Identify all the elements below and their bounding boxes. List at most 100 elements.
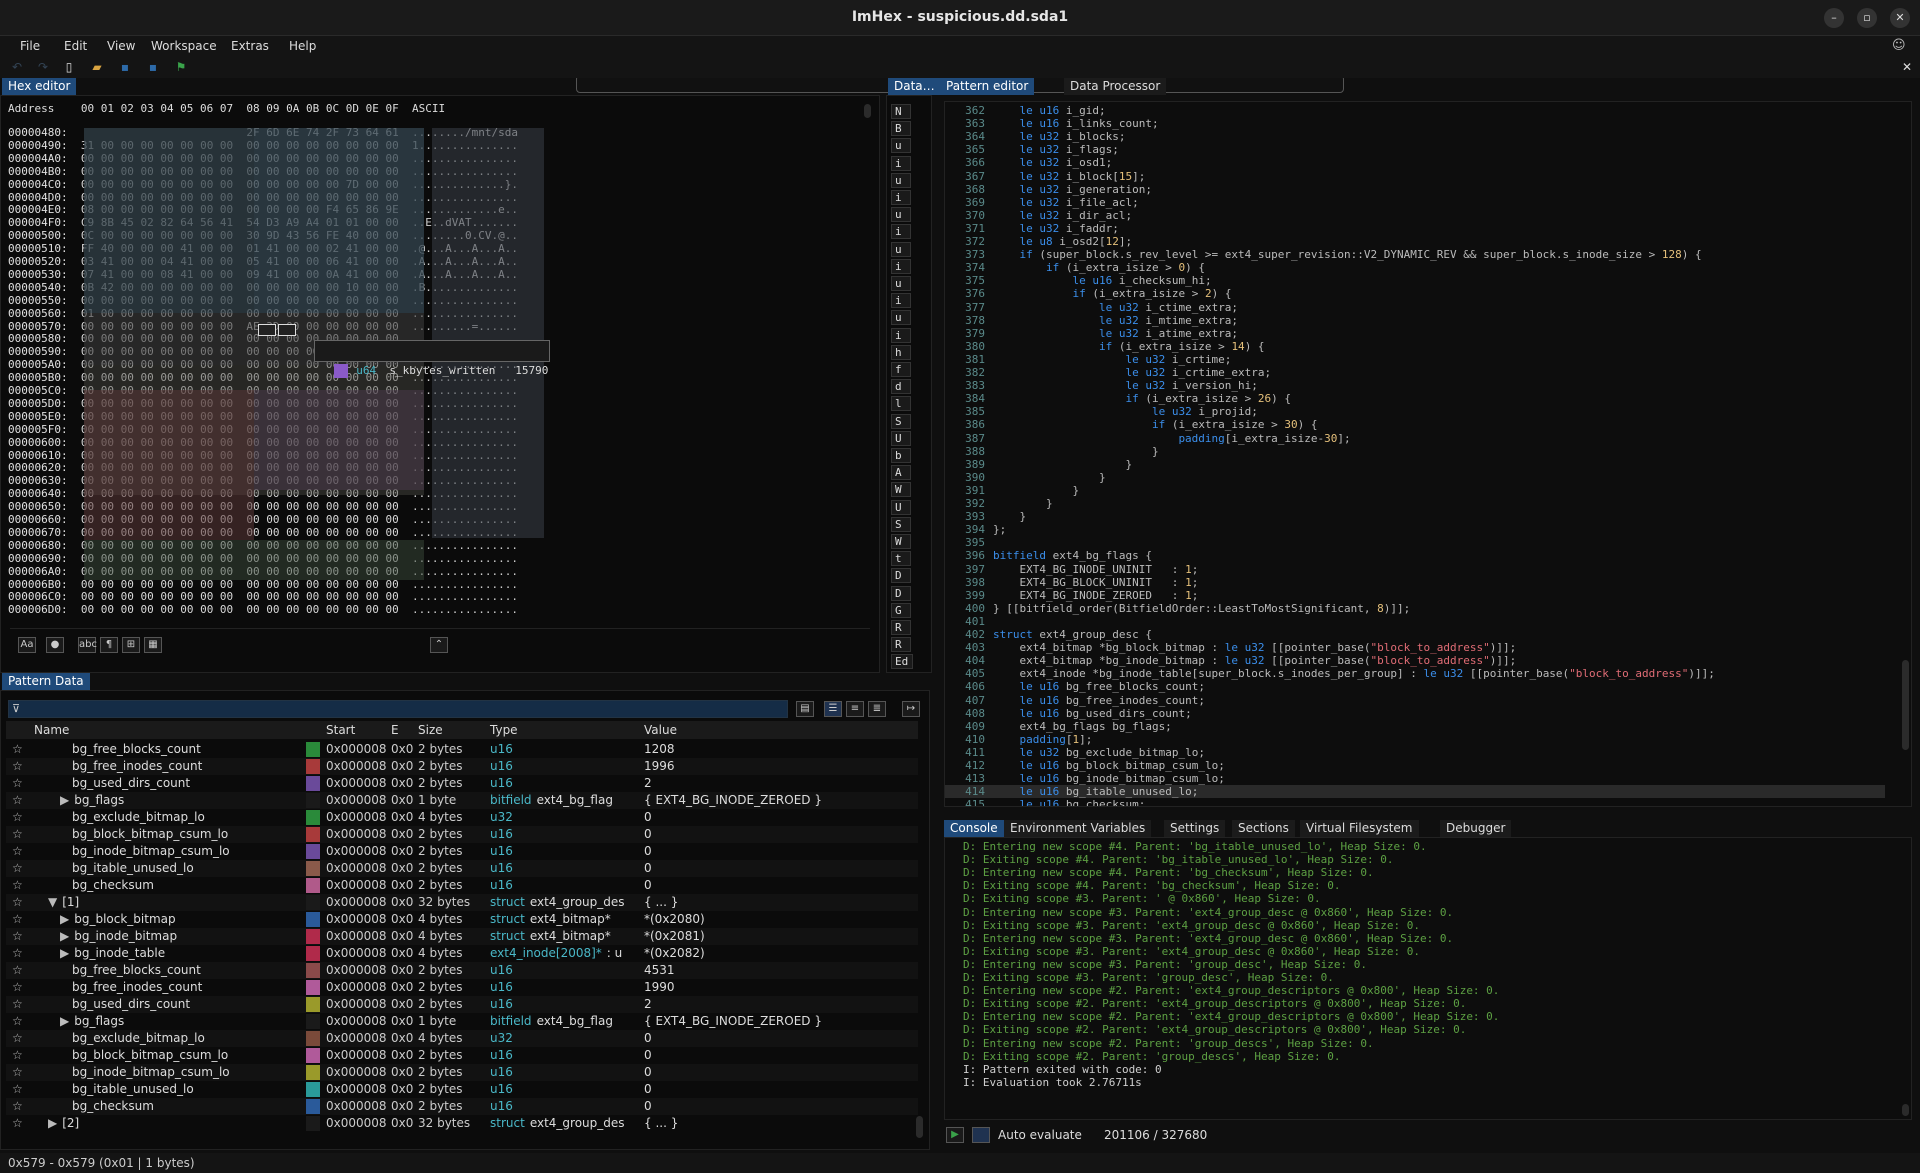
- inspector-row[interactable]: u: [891, 310, 911, 326]
- code-line[interactable]: 378 le u32 i_mtime_extra;: [945, 314, 1885, 327]
- code-line[interactable]: 392 }: [945, 497, 1885, 510]
- code-line[interactable]: 396 bitfield ext4_bg_flags {: [945, 549, 1885, 562]
- abc-icon[interactable]: abc: [78, 637, 97, 653]
- code-line[interactable]: 404 ext4_bitmap *bg_inode_bitmap : le u3…: [945, 654, 1885, 667]
- code-line[interactable]: 389 }: [945, 458, 1885, 471]
- menu-file[interactable]: File: [20, 39, 40, 53]
- favorite-star-icon[interactable]: ☆: [12, 945, 23, 962]
- paragraph-icon[interactable]: ¶: [100, 637, 118, 653]
- code-line[interactable]: 403 ext4_bitmap *bg_block_bitmap : le u3…: [945, 641, 1885, 654]
- pattern-scrollbar[interactable]: [916, 1116, 923, 1138]
- table-row[interactable]: ☆ ▶ [2] 0x000008 0x0 32 bytes { ... } struct ext…: [6, 1115, 918, 1132]
- tab-pattern-editor[interactable]: Pattern editor: [940, 78, 1035, 95]
- table-row[interactable]: ☆ bg_block_bitmap_csum_lo 0x000008 0x0 2 byt…: [6, 1047, 918, 1064]
- col-type[interactable]: Type: [490, 721, 518, 739]
- tab-hex-editor[interactable]: Hex editor: [2, 78, 77, 95]
- save-as-icon[interactable]: ▪: [146, 60, 160, 74]
- inspector-row[interactable]: u: [891, 241, 911, 257]
- inspector-row[interactable]: N: [891, 104, 911, 119]
- code-line[interactable]: 394};: [945, 523, 1885, 536]
- code-line[interactable]: 375 le u16 i_checksum_hi;: [945, 274, 1885, 287]
- code-line[interactable]: 387 padding[i_extra_isize-30];: [945, 432, 1885, 445]
- hex-ascii[interactable]: ................: [412, 578, 518, 591]
- favorite-star-icon[interactable]: ☆: [12, 996, 23, 1013]
- code-line[interactable]: 393 }: [945, 510, 1885, 523]
- expand-width-icon[interactable]: ↦: [902, 701, 920, 717]
- columns-icon[interactable]: ⊞: [122, 637, 140, 653]
- table-row[interactable]: ☆ bg_free_blocks_count 0x000008 0x0 2 bytes 4…: [6, 962, 918, 979]
- code-line[interactable]: 374 if (i_extra_isize > 0) {: [945, 261, 1885, 274]
- table-row[interactable]: ☆ bg_block_bitmap_csum_lo 0x000008 0x0 2 byt…: [6, 826, 918, 843]
- inspector-row[interactable]: i: [891, 224, 911, 240]
- favorite-star-icon[interactable]: ☆: [12, 979, 23, 996]
- inspector-row[interactable]: W: [891, 482, 911, 498]
- code-line[interactable]: 407 le u16 bg_free_inodes_count;: [945, 694, 1885, 707]
- inspector-row[interactable]: G: [891, 602, 911, 618]
- code-line[interactable]: 395: [945, 536, 1885, 549]
- expander-icon[interactable]: ▶: [60, 929, 69, 943]
- code-line[interactable]: 371 le u32 i_faddr;: [945, 222, 1885, 235]
- hex-ascii[interactable]: ................: [412, 590, 518, 603]
- console-scrollbar[interactable]: [1902, 1104, 1909, 1116]
- inspector-row[interactable]: u: [891, 276, 911, 291]
- favorite-star-icon[interactable]: ☆: [12, 843, 23, 860]
- code-line[interactable]: 411 le u32 bg_exclude_bitmap_lo;: [945, 746, 1885, 759]
- bookmark-icon[interactable]: ⚑: [174, 60, 188, 74]
- code-line[interactable]: 390 }: [945, 471, 1885, 484]
- table-row[interactable]: ☆ bg_used_dirs_count 0x000008 0x0 2 bytes 2 u1…: [6, 775, 918, 792]
- tab-virtual-filesystem[interactable]: Virtual Filesystem: [1300, 820, 1419, 837]
- table-row[interactable]: ☆ ▶ bg_flags 0x000008 0x0 1 byte { EXT4_BG_INO…: [6, 1013, 918, 1030]
- code-line[interactable]: 385 le u32 i_projid;: [945, 405, 1885, 418]
- inspector-row[interactable]: B: [891, 121, 911, 137]
- collapse-icon[interactable]: ⌃: [430, 637, 448, 653]
- col-name[interactable]: Name: [34, 721, 70, 739]
- inspector-row[interactable]: W: [891, 534, 911, 549]
- close-tab-icon[interactable]: ✕: [1900, 60, 1914, 74]
- inspector-row[interactable]: i: [891, 258, 911, 274]
- table-row[interactable]: ☆ bg_used_dirs_count 0x000008 0x0 2 bytes 2 u1…: [6, 996, 918, 1013]
- favorite-star-icon[interactable]: ☆: [12, 1013, 23, 1030]
- grid-icon[interactable]: ▦: [144, 637, 162, 653]
- table-row[interactable]: ☆ bg_exclude_bitmap_lo 0x000008 0x0 4 bytes 0…: [6, 809, 918, 826]
- favorite-star-icon[interactable]: ☆: [12, 1115, 23, 1132]
- maximize-button[interactable]: ▫: [1857, 8, 1877, 28]
- favorite-star-icon[interactable]: ☆: [12, 962, 23, 979]
- code-line[interactable]: 368 le u32 i_generation;: [945, 183, 1885, 196]
- table-row[interactable]: ☆ bg_free_inodes_count 0x000008 0x0 2 bytes 1…: [6, 758, 918, 775]
- inspector-row[interactable]: S: [891, 516, 911, 532]
- close-button[interactable]: ✕: [1890, 8, 1910, 28]
- menu-extras[interactable]: Extras: [231, 39, 269, 53]
- favorite-star-icon[interactable]: ☆: [12, 911, 23, 928]
- table-row[interactable]: ☆ bg_itable_unused_lo 0x000008 0x0 2 bytes 0 u…: [6, 1081, 918, 1098]
- code-line[interactable]: 376 if (i_extra_isize > 2) {: [945, 287, 1885, 300]
- code-line[interactable]: 365 le u32 i_flags;: [945, 143, 1885, 156]
- hex-row[interactable]: 000006C0: 00 00 00 00 00 00 00 00 00 00 …: [8, 590, 518, 603]
- inspector-row[interactable]: u: [891, 207, 911, 223]
- col-size[interactable]: Size: [418, 721, 443, 739]
- table-row[interactable]: ☆ bg_free_inodes_count 0x000008 0x0 2 bytes 1…: [6, 979, 918, 996]
- col-start[interactable]: Start: [326, 721, 356, 739]
- tab-console[interactable]: Console: [944, 820, 1004, 837]
- menu-edit[interactable]: Edit: [64, 39, 87, 53]
- inspector-row[interactable]: U: [891, 430, 911, 446]
- tab-environment-variables[interactable]: Environment Variables: [1004, 820, 1152, 837]
- highlight-icon[interactable]: ●: [46, 637, 64, 653]
- table-row[interactable]: ☆ bg_exclude_bitmap_lo 0x000008 0x0 4 bytes 0…: [6, 1030, 918, 1047]
- code-line[interactable]: 384 if (i_extra_isize > 26) {: [945, 392, 1885, 405]
- expander-icon[interactable]: ▶: [60, 912, 69, 926]
- hex-scrollbar[interactable]: [864, 104, 871, 118]
- table-view-icon[interactable]: ▤: [796, 701, 814, 717]
- code-line[interactable]: 379 le u32 i_atime_extra;: [945, 327, 1885, 340]
- inspector-row[interactable]: u: [891, 138, 911, 154]
- inspector-row[interactable]: l: [891, 396, 911, 412]
- tree-view-icon[interactable]: ☰: [824, 701, 842, 717]
- code-line[interactable]: 409 ext4_bg_flags bg_flags;: [945, 720, 1885, 733]
- code-line[interactable]: 406 le u16 bg_free_blocks_count;: [945, 680, 1885, 693]
- code-line[interactable]: 363 le u16 i_links_count;: [945, 117, 1885, 130]
- code-line[interactable]: 380 if (i_extra_isize > 14) {: [945, 340, 1885, 353]
- code-line[interactable]: 362 le u16 i_gid;: [945, 104, 1885, 117]
- favorite-star-icon[interactable]: ☆: [12, 860, 23, 877]
- expander-icon[interactable]: ▶: [48, 1116, 57, 1130]
- minimize-button[interactable]: –: [1824, 8, 1844, 28]
- code-line[interactable]: 415 le u16 bg_checksum;: [945, 798, 1885, 806]
